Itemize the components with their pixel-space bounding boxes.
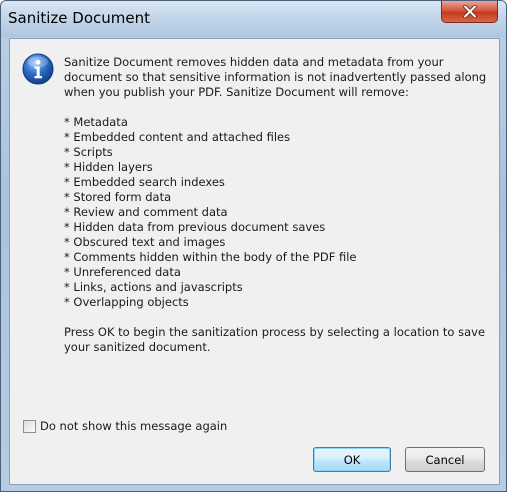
info-icon	[22, 53, 54, 85]
list-item: * Overlapping objects	[64, 295, 189, 309]
list-item: * Metadata	[64, 115, 128, 129]
list-item: * Embedded content and attached files	[64, 130, 291, 144]
list-item: * Unreferenced data	[64, 265, 181, 279]
do-not-show-checkbox-row[interactable]: Do not show this message again	[23, 419, 227, 433]
do-not-show-checkbox[interactable]	[23, 419, 36, 433]
list-item: * Comments hidden within the body of the…	[64, 250, 357, 264]
list-item: * Review and comment data	[64, 205, 228, 219]
ok-button[interactable]: OK	[313, 447, 391, 472]
list-item: * Stored form data	[64, 190, 172, 204]
close-icon	[462, 5, 477, 18]
message-text: Sanitize Document removes hidden data an…	[64, 55, 492, 355]
list-item: * Links, actions and javascripts	[64, 280, 243, 294]
close-button[interactable]	[441, 1, 498, 23]
list-item: * Hidden layers	[64, 160, 153, 174]
list-item: * Hidden data from previous document sav…	[64, 220, 326, 234]
message-intro: Sanitize Document removes hidden data an…	[64, 55, 487, 99]
list-item: * Scripts	[64, 145, 113, 159]
title-bar[interactable]: Sanitize Document	[1, 1, 506, 37]
list-item: * Obscured text and images	[64, 235, 226, 249]
message-outro: Press OK to begin the sanitization proce…	[64, 325, 486, 354]
cancel-button[interactable]: Cancel	[405, 447, 485, 472]
list-item: * Embedded search indexes	[64, 175, 225, 189]
do-not-show-label[interactable]: Do not show this message again	[40, 419, 227, 433]
removal-list: * Metadata * Embedded content and attach…	[64, 115, 492, 310]
sanitize-dialog: Sanitize Document Sanitize Document remo…	[0, 0, 507, 492]
dialog-body: Sanitize Document removes hidden data an…	[9, 38, 500, 485]
window-title: Sanitize Document	[8, 9, 151, 27]
